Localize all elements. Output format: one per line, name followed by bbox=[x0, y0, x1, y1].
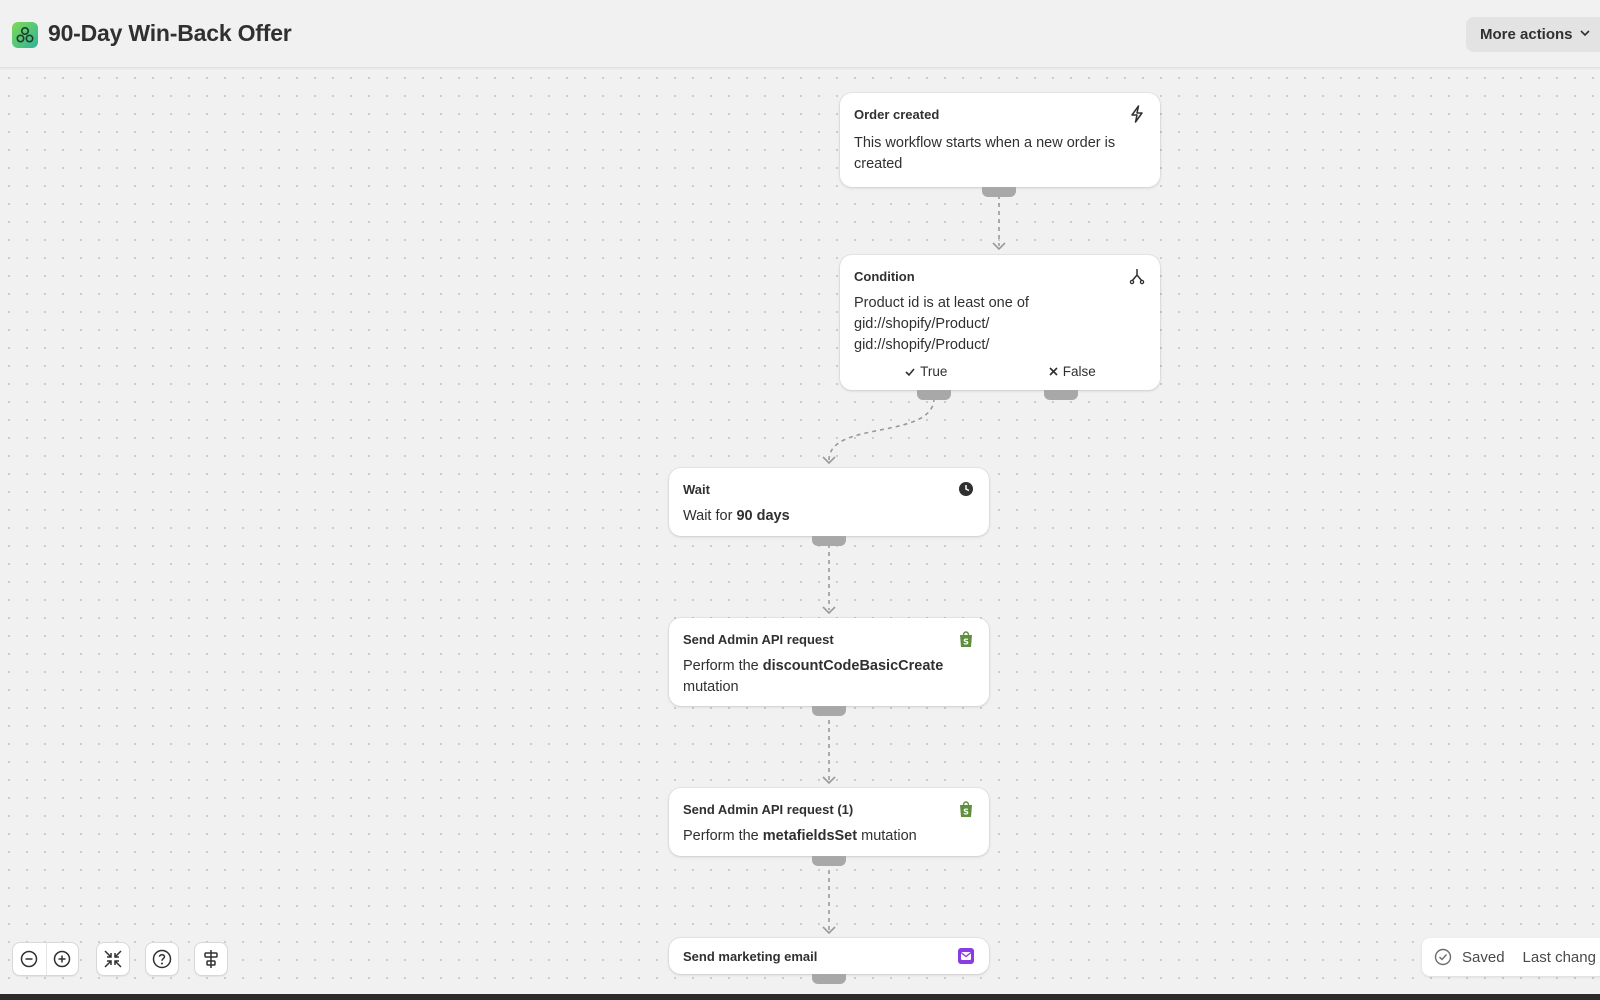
zoom-out-button[interactable] bbox=[13, 943, 46, 975]
trigger-node[interactable]: Order created This workflow starts when … bbox=[840, 93, 1160, 187]
node-title: Order created bbox=[854, 106, 940, 122]
mutation-name: discountCodeBasicCreate bbox=[762, 658, 944, 674]
page-title: 90-Day Win-Back Offer bbox=[48, 20, 292, 46]
clock-icon bbox=[957, 480, 975, 498]
shopify-bag-icon: S bbox=[957, 800, 975, 818]
saved-label: Saved bbox=[1462, 948, 1505, 966]
branch-icon bbox=[1128, 267, 1146, 285]
admin-api-request-node[interactable]: Send Admin API request (1) S Perform the… bbox=[669, 788, 989, 856]
auto-layout-icon bbox=[204, 950, 218, 968]
action-suffix: mutation bbox=[861, 828, 917, 844]
save-status: Saved Last chang bbox=[1422, 938, 1600, 976]
action-suffix: mutation bbox=[683, 679, 739, 695]
output-port[interactable] bbox=[812, 856, 846, 866]
zoom-out-icon bbox=[21, 950, 38, 968]
node-title: Send Admin API request (1) bbox=[683, 801, 854, 817]
lightning-icon bbox=[1128, 105, 1146, 123]
help-icon bbox=[152, 949, 172, 969]
condition-line: gid://shopify/Product/ bbox=[854, 337, 990, 353]
more-actions-button[interactable]: More actions bbox=[1466, 17, 1600, 52]
send-marketing-email-node[interactable]: Send marketing email bbox=[669, 938, 989, 974]
check-circle-icon bbox=[1434, 948, 1452, 966]
output-port[interactable] bbox=[812, 706, 846, 716]
bottom-edge bbox=[0, 994, 1600, 1000]
true-output-port[interactable] bbox=[917, 390, 951, 400]
marketing-email-icon bbox=[957, 947, 975, 965]
true-label: True bbox=[920, 364, 948, 379]
zoom-in-icon bbox=[54, 950, 71, 968]
condition-node[interactable]: Condition Product id is at least one of … bbox=[840, 255, 1160, 390]
shopify-bag-icon: S bbox=[957, 630, 975, 648]
node-title: Condition bbox=[854, 268, 915, 284]
output-port[interactable] bbox=[812, 974, 846, 984]
zoom-in-button[interactable] bbox=[45, 943, 79, 975]
last-changed-label: Last chang bbox=[1522, 948, 1596, 966]
true-branch[interactable]: True bbox=[904, 364, 947, 379]
fit-view-button[interactable] bbox=[96, 942, 130, 976]
condition-line: gid://shopify/Product/ bbox=[854, 316, 990, 332]
svg-text:S: S bbox=[963, 638, 969, 647]
mutation-name: metafieldsSet bbox=[762, 828, 858, 844]
top-bar: 90-Day Win-Back Offer More actions bbox=[0, 0, 1600, 68]
zoom-controls bbox=[12, 942, 79, 976]
action-prefix: Perform the bbox=[683, 658, 759, 674]
false-output-port[interactable] bbox=[1044, 390, 1078, 400]
output-port[interactable] bbox=[812, 536, 846, 546]
node-title: Send Admin API request bbox=[683, 631, 834, 647]
help-button[interactable] bbox=[145, 942, 179, 976]
close-icon bbox=[1049, 367, 1058, 376]
chevron-down-icon bbox=[1579, 26, 1591, 43]
node-title: Send marketing email bbox=[683, 948, 818, 964]
node-title: Wait bbox=[683, 481, 710, 497]
svg-text:S: S bbox=[963, 808, 969, 817]
auto-layout-button[interactable] bbox=[194, 942, 228, 976]
false-label: False bbox=[1062, 364, 1096, 379]
checkmark-icon bbox=[905, 367, 915, 376]
wait-prefix: Wait for bbox=[683, 508, 733, 524]
condition-line: Product id is at least one of bbox=[854, 295, 1029, 311]
fit-view-icon bbox=[104, 950, 122, 968]
flow-icon bbox=[12, 22, 38, 48]
wait-node[interactable]: Wait Wait for 90 days bbox=[669, 468, 989, 536]
wait-duration: 90 days bbox=[736, 508, 790, 524]
output-port[interactable] bbox=[982, 187, 1016, 197]
admin-api-request-node[interactable]: Send Admin API request S Perform the dis… bbox=[669, 618, 989, 706]
action-prefix: Perform the bbox=[683, 828, 759, 844]
node-description: This workflow starts when a new order is… bbox=[854, 135, 1116, 172]
more-actions-label: More actions bbox=[1480, 26, 1573, 43]
false-branch[interactable]: False bbox=[1048, 364, 1096, 379]
